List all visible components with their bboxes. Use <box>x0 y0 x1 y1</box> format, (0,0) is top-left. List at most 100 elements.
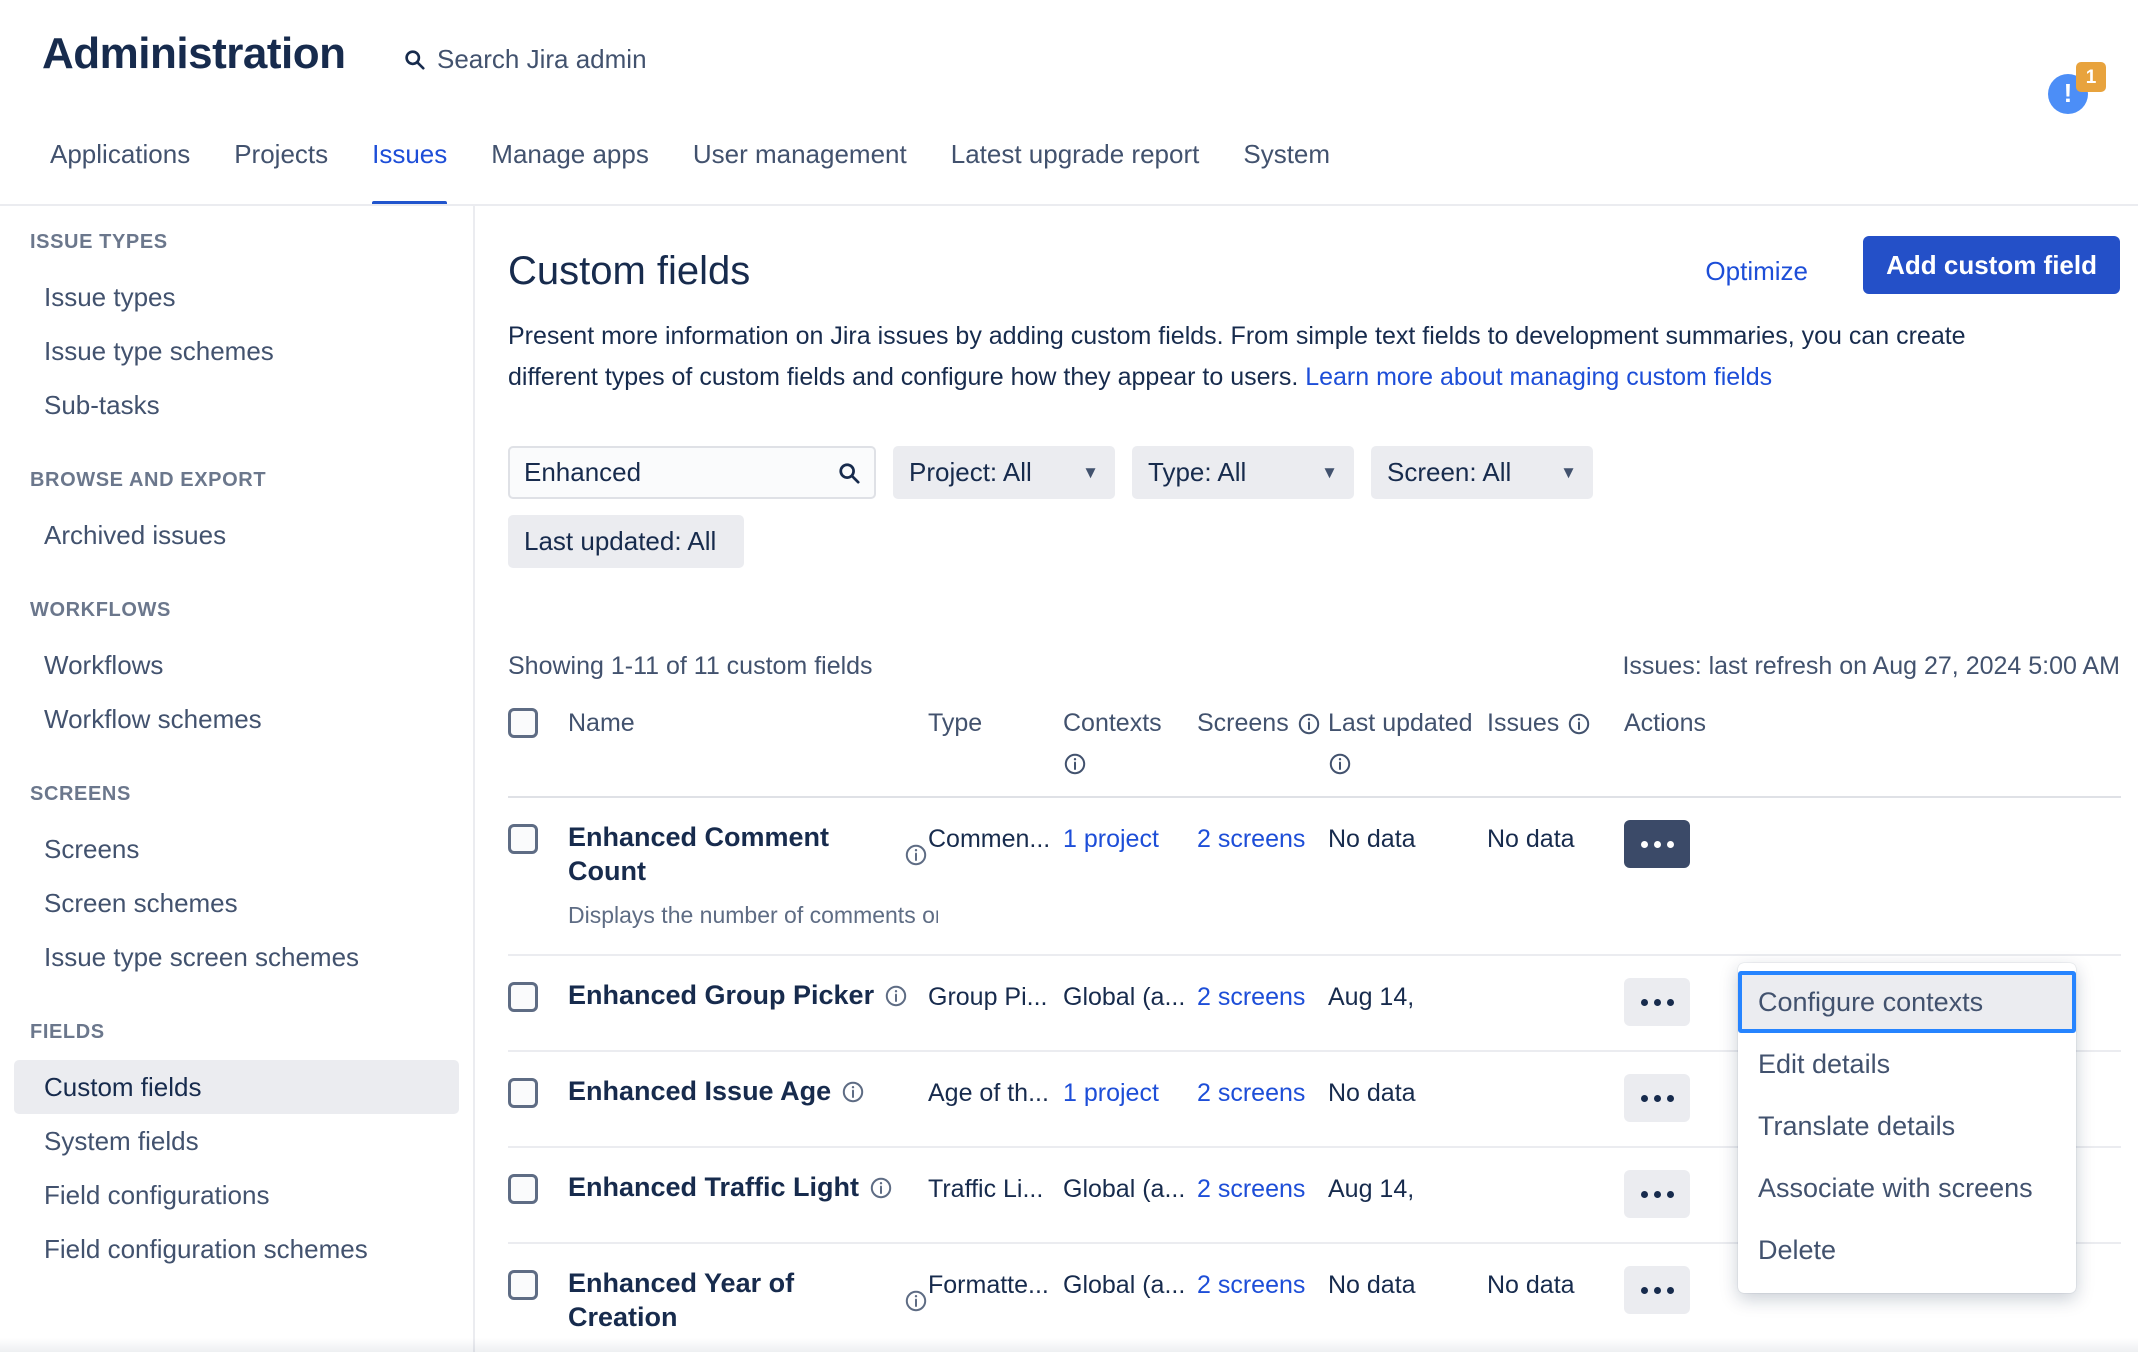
info-icon[interactable] <box>841 1074 865 1108</box>
sidebar-item-screens[interactable]: Screens <box>14 822 459 876</box>
info-icon[interactable] <box>904 837 928 871</box>
menu-item-label: Edit details <box>1758 1049 1891 1079</box>
menu-item-delete[interactable]: Delete <box>1738 1219 2076 1281</box>
cell-screens[interactable]: 2 screens <box>1197 978 1328 1014</box>
field-name-link[interactable]: Enhanced Year of Creation <box>568 1266 928 1334</box>
column-header-type[interactable]: Type <box>928 706 1063 740</box>
field-name-label: Enhanced Traffic Light <box>568 1172 860 1202</box>
nav-tab-applications[interactable]: Applications <box>28 128 212 206</box>
cell-last-updated: No data <box>1328 1079 1416 1107</box>
cell-contexts[interactable]: 1 project <box>1063 1074 1197 1110</box>
column-header-issues[interactable]: Issues <box>1487 706 1624 740</box>
filter-last-updated[interactable]: Last updated: All <box>508 515 744 568</box>
admin-search-box[interactable]: Search Jira admin <box>404 46 647 72</box>
menu-item-label: Delete <box>1758 1235 1837 1265</box>
row-actions-button[interactable] <box>1624 820 1690 868</box>
column-header-last-updated[interactable]: Last updated <box>1328 706 1487 780</box>
sidebar-item-issue-types[interactable]: Issue types <box>14 270 459 324</box>
select-all-header <box>508 706 568 738</box>
row-actions-button[interactable] <box>1624 1266 1690 1314</box>
app-root: Administration Search Jira admin ! 1 App… <box>0 0 2138 1352</box>
nav-tab-projects[interactable]: Projects <box>212 128 350 206</box>
row-checkbox[interactable] <box>508 1174 538 1204</box>
sidebar-group-title-issue-types: ISSUE TYPES <box>30 231 168 253</box>
info-icon[interactable] <box>1567 706 1591 740</box>
field-name-link[interactable]: Enhanced Group Picker <box>568 978 928 1012</box>
sidebar-item-label: Issue type screen schemes <box>44 942 360 972</box>
sidebar-item-label: Workflows <box>44 650 164 680</box>
field-name-link[interactable]: Enhanced Traffic Light <box>568 1170 928 1204</box>
sidebar-item-field-configuration-schemes[interactable]: Field configuration schemes <box>14 1222 459 1276</box>
table-header-row: Name Type Contexts Screens Last updated … <box>508 706 2121 798</box>
sidebar-item-screen-schemes[interactable]: Screen schemes <box>14 876 459 930</box>
nav-tab-system[interactable]: System <box>1221 128 1352 206</box>
menu-item-translate-details[interactable]: Translate details <box>1738 1095 2076 1157</box>
row-checkbox[interactable] <box>508 824 538 854</box>
menu-item-associate-with-screens[interactable]: Associate with screens <box>1738 1157 2076 1219</box>
cell-screens[interactable]: 2 screens <box>1197 1170 1328 1206</box>
column-header-name[interactable]: Name <box>568 706 928 740</box>
cell-last-updated: Aug 14, <box>1328 1175 1415 1203</box>
page-description: Present more information on Jira issues … <box>508 316 2038 398</box>
info-icon[interactable] <box>1328 746 1473 780</box>
cell-screens[interactable]: 2 screens <box>1197 1266 1328 1302</box>
sidebar-item-label: Custom fields <box>44 1072 202 1102</box>
nav-tab-latest-upgrade-report[interactable]: Latest upgrade report <box>929 128 1222 206</box>
info-icon[interactable] <box>1297 706 1321 740</box>
sidebar-item-issue-type-schemes[interactable]: Issue type schemes <box>14 324 459 378</box>
optimize-link[interactable]: Optimize <box>1705 258 1808 284</box>
cell-issues <box>1487 978 1624 980</box>
learn-more-link[interactable]: Learn more about managing custom fields <box>1305 363 1772 391</box>
info-icon[interactable] <box>904 1283 928 1317</box>
info-icon[interactable] <box>1063 746 1162 780</box>
sidebar-group-title-workflows: WORKFLOWS <box>30 599 171 621</box>
sidebar-item-issue-type-screen-schemes[interactable]: Issue type screen schemes <box>14 930 459 984</box>
field-name-label: Enhanced Group Picker <box>568 980 875 1010</box>
search-icon <box>404 49 425 70</box>
filter-screen[interactable]: Screen: All ▼ <box>1371 446 1593 499</box>
sidebar-item-workflow-schemes[interactable]: Workflow schemes <box>14 692 459 746</box>
alert-badge-count: 1 <box>2076 62 2106 92</box>
notification-alert[interactable]: ! 1 <box>2048 62 2106 118</box>
sidebar-item-sub-tasks[interactable]: Sub-tasks <box>14 378 459 432</box>
last-refresh-text: Issues: last refresh on Aug 27, 2024 5:0… <box>1622 652 2120 680</box>
row-actions-button[interactable] <box>1624 1074 1690 1122</box>
column-header-screens-label: Screens <box>1197 709 1289 737</box>
cell-screens[interactable]: 2 screens <box>1197 1074 1328 1110</box>
cell-contexts[interactable]: 1 project <box>1063 820 1197 856</box>
sidebar-item-field-configurations[interactable]: Field configurations <box>14 1168 459 1222</box>
filter-type[interactable]: Type: All ▼ <box>1132 446 1354 499</box>
field-name-link[interactable]: Enhanced Issue Age <box>568 1074 928 1108</box>
field-name-link[interactable]: Enhanced Comment Count <box>568 820 928 888</box>
filter-project[interactable]: Project: All ▼ <box>893 446 1115 499</box>
sidebar-item-workflows[interactable]: Workflows <box>14 638 459 692</box>
nav-tab-issues[interactable]: Issues <box>350 128 469 206</box>
search-custom-fields[interactable] <box>508 446 876 499</box>
menu-item-configure-contexts[interactable]: Configure contexts <box>1738 971 2076 1033</box>
sidebar-item-custom-fields[interactable]: Custom fields <box>14 1060 459 1114</box>
select-all-checkbox[interactable] <box>508 708 538 738</box>
nav-tab-user-management[interactable]: User management <box>671 128 929 206</box>
sidebar-item-archived-issues[interactable]: Archived issues <box>14 508 459 562</box>
cell-screens[interactable]: 2 screens <box>1197 820 1328 856</box>
search-input[interactable] <box>510 448 874 497</box>
row-checkbox[interactable] <box>508 1078 538 1108</box>
filter-row-primary: Project: All ▼ Type: All ▼ Screen: All ▼ <box>508 446 2108 499</box>
row-checkbox[interactable] <box>508 1270 538 1300</box>
sidebar-item-system-fields[interactable]: System fields <box>14 1114 459 1168</box>
info-icon[interactable] <box>869 1170 893 1204</box>
column-header-screens[interactable]: Screens <box>1197 706 1328 740</box>
row-actions-menu: Configure contexts Edit details Translate … <box>1738 963 2076 1293</box>
add-custom-field-button[interactable]: Add custom field <box>1863 236 2120 294</box>
menu-item-edit-details[interactable]: Edit details <box>1738 1033 2076 1095</box>
field-description: Displays the number of comments on th <box>568 902 938 928</box>
sidebar-group-title-browse-and-export: BROWSE AND EXPORT <box>30 469 267 491</box>
column-header-contexts[interactable]: Contexts <box>1063 706 1197 780</box>
filter-project-label: Project: All <box>909 457 1032 487</box>
info-icon[interactable] <box>884 978 908 1012</box>
row-checkbox[interactable] <box>508 982 538 1012</box>
row-actions-button[interactable] <box>1624 978 1690 1026</box>
row-actions-button[interactable] <box>1624 1170 1690 1218</box>
nav-tab-manage-apps[interactable]: Manage apps <box>469 128 671 206</box>
showing-count: Showing 1-11 of 11 custom fields <box>508 652 873 680</box>
